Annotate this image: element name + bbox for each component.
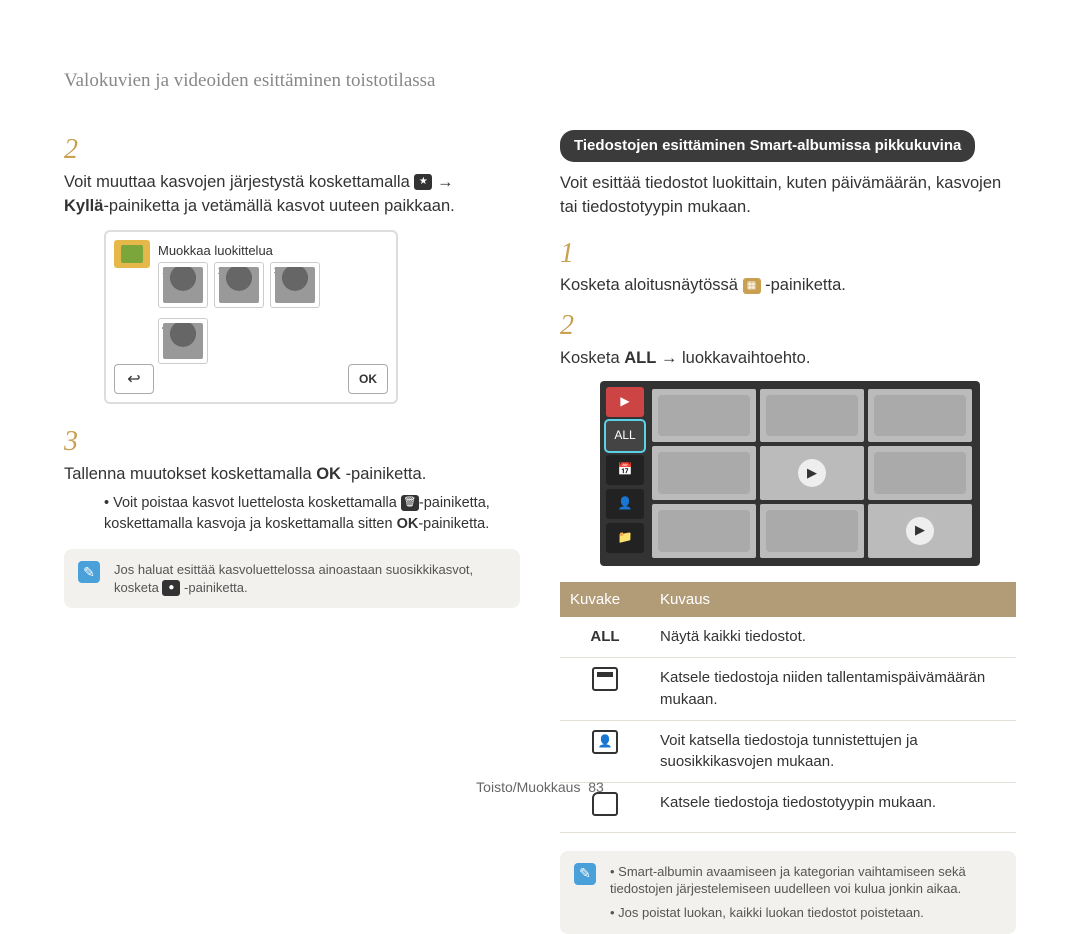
face-thumb-1[interactable]: 1★ — [158, 262, 208, 308]
grid-thumb-video[interactable] — [868, 504, 972, 558]
grid-thumb[interactable] — [868, 389, 972, 443]
date-tab[interactable]: 📅 — [606, 455, 644, 485]
all-tab[interactable]: ALL — [606, 421, 644, 451]
desc-date: Katsele tiedostoja niiden tallentamispäi… — [650, 658, 1016, 721]
screenshot-title: Muokkaa luokittelua — [158, 242, 273, 261]
step-1-prefix: Kosketa aloitusnäytössä — [560, 276, 743, 294]
face-icon: 👤 — [560, 720, 650, 783]
intro-text: Voit esittää tiedostot luokittain, kuten… — [560, 172, 1016, 220]
note-icon: ✎ — [78, 561, 100, 583]
step-2-prefix: Voit muuttaa kasvojen järjestystä kosket… — [64, 173, 414, 191]
page-header: Valokuvien ja videoiden esittäminen tois… — [64, 70, 435, 92]
ok-button[interactable]: OK — [348, 364, 388, 394]
section-heading: Tiedostojen esittäminen Smart-albumissa … — [560, 130, 975, 162]
desc-face: Voit katsella tiedostoja tunnistettujen … — [650, 720, 1016, 783]
ranking-mode-icon — [114, 240, 150, 268]
kylla-label: Kyllä — [64, 197, 103, 215]
step-3-text: Tallenna muutokset koskettamalla OK -pai… — [64, 463, 494, 487]
page-footer: Toisto/Muokkaus 83 — [0, 779, 1080, 795]
step-1-text: Kosketa aloitusnäytössä ▦ -painiketta. — [560, 274, 990, 298]
trash-icon: 🗑 — [401, 495, 419, 511]
step-3-suffix: -painiketta. — [346, 465, 427, 483]
step-2-text: Voit muuttaa kasvojen järjestystä kosket… — [64, 171, 494, 219]
grid-thumb[interactable] — [868, 446, 972, 500]
play-tab[interactable]: ▶ — [606, 387, 644, 417]
step-1-suffix: -painiketta. — [765, 276, 846, 294]
right-column: Tiedostojen esittäminen Smart-albumissa … — [560, 130, 1016, 934]
step-2r-prefix: Kosketa — [560, 349, 624, 367]
step-3-prefix: Tallenna muutokset koskettamalla — [64, 465, 316, 483]
footer-section: Toisto/Muokkaus — [476, 779, 580, 795]
ok-text-icon: OK — [397, 516, 419, 532]
step-2-suffix: -painiketta ja vetämällä kasvot uuteen p… — [103, 197, 454, 215]
step-number-2r: 2 — [560, 306, 586, 347]
step-number-3: 3 — [64, 422, 90, 463]
grid-thumb[interactable] — [760, 504, 864, 558]
face-thumb-2[interactable]: 2★ — [214, 262, 264, 308]
desc-all: Näytä kaikki tiedostot. — [650, 617, 1016, 657]
grid-thumb[interactable] — [652, 446, 756, 500]
icon-description-table: Kuvake Kuvaus ALL Näytä kaikki tiedostot… — [560, 582, 1016, 833]
note-icon: ✎ — [574, 863, 596, 885]
edit-ranking-screenshot: Muokkaa luokittelua 1★ 2★ 3★ 4★ ↩ OK — [104, 230, 398, 404]
grid-thumb[interactable] — [760, 389, 864, 443]
bullet-prefix: Voit poistaa kasvot luettelosta kosketta… — [113, 495, 401, 511]
grid-thumb[interactable] — [652, 389, 756, 443]
step-2r-text: Kosketa ALL → luokkavaihtoehto. — [560, 347, 990, 371]
table-header-icon: Kuvake — [560, 582, 650, 618]
face-thumb-3[interactable]: 3★ — [270, 262, 320, 308]
step-3-bullet: • Voit poistaa kasvot luettelosta kosket… — [104, 493, 520, 535]
calendar-icon — [560, 658, 650, 721]
ok-text-icon: OK — [316, 465, 341, 483]
note-box-right: ✎ • Smart-albumin avaamiseen ja kategori… — [560, 851, 1016, 934]
auto-off-icon: ● — [162, 580, 180, 596]
note-line-1: Smart-albumin avaamiseen ja kategorian v… — [610, 864, 966, 897]
album-icon: ▦ — [743, 278, 761, 294]
grid-thumb-video[interactable] — [760, 446, 864, 500]
footer-page: 83 — [588, 779, 604, 795]
step-number-1: 1 — [560, 234, 586, 275]
note-line-2: Jos poistat luokan, kaikki luokan tiedos… — [618, 905, 924, 920]
face-thumb-4[interactable]: 4★ — [158, 318, 208, 364]
folder-tab[interactable]: 📁 — [606, 523, 644, 553]
table-header-desc: Kuvaus — [650, 582, 1016, 618]
all-label: ALL — [624, 349, 656, 367]
bullet-suffix: -painiketta. — [418, 516, 489, 532]
star123-icon: ★ — [414, 174, 432, 190]
back-button[interactable]: ↩ — [114, 364, 154, 394]
note-box-left: ✎ Jos haluat esittää kasvoluettelossa ai… — [64, 549, 520, 608]
arrow-icon: → — [437, 173, 454, 191]
step-number-2: 2 — [64, 130, 90, 171]
step-2r-suffix: → luokkavaihtoehto. — [661, 349, 811, 367]
grid-thumb[interactable] — [652, 504, 756, 558]
note-suffix: -painiketta. — [184, 580, 248, 595]
icon-all: ALL — [560, 617, 650, 657]
face-tab[interactable]: 👤 — [606, 489, 644, 519]
smart-album-screenshot: ▶ ALL 📅 👤 📁 — [600, 381, 980, 566]
left-column: 2 Voit muuttaa kasvojen järjestystä kosk… — [64, 130, 520, 934]
